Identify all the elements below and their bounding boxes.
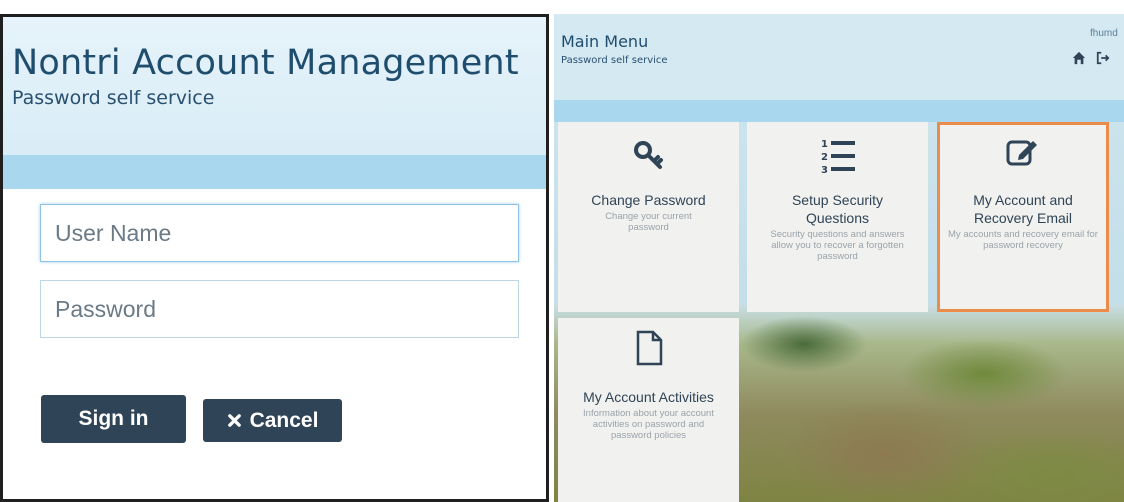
menu-title: Main Menu <box>561 32 649 51</box>
tile-description: Information about your account activitie… <box>583 408 714 441</box>
login-panel: Nontri Account Management Password self … <box>0 14 549 502</box>
user-label[interactable]: fhumd <box>1090 28 1118 39</box>
username-placeholder: User Name <box>55 219 172 246</box>
cancel-label: Cancel <box>249 408 319 432</box>
menu-band <box>554 100 1124 122</box>
tile-description: Security questions and answers allow you… <box>770 229 905 262</box>
main-menu-panel: Main Menu Password self service fhumd Ch… <box>554 14 1124 502</box>
setup-security-questions-tile[interactable]: 1 2 3 Setup Security Questions Security … <box>747 122 928 312</box>
close-icon <box>227 413 242 428</box>
ordered-list-icon: 1 2 3 <box>820 136 856 179</box>
menu-header: Main Menu Password self service <box>554 14 1124 100</box>
svg-text:1: 1 <box>821 139 828 150</box>
edit-icon <box>1006 136 1040 173</box>
my-account-activities-tile[interactable]: My Account Activities Information about … <box>558 318 739 502</box>
tile-description: Change your current password <box>605 211 692 233</box>
username-input[interactable]: User Name <box>40 204 519 262</box>
tile-title: My Account Activities <box>583 389 714 405</box>
tile-title: Change Password <box>591 192 706 208</box>
sign-in-label: Sign in <box>78 407 149 430</box>
sign-out-icon[interactable] <box>1096 51 1110 70</box>
page-title: Nontri Account Management <box>12 43 519 83</box>
svg-text:3: 3 <box>821 165 828 174</box>
password-placeholder: Password <box>55 295 156 322</box>
password-input[interactable]: Password <box>40 280 519 338</box>
page-subtitle: Password self service <box>12 87 215 109</box>
home-icon[interactable] <box>1072 51 1086 70</box>
tile-description: My accounts and recovery email for passw… <box>948 229 1098 251</box>
menu-subtitle: Password self service <box>561 55 668 66</box>
change-password-tile[interactable]: Change Password Change your current pass… <box>558 122 739 312</box>
tile-title: My Account and Recovery Email <box>973 192 1073 226</box>
my-account-recovery-email-tile[interactable]: My Account and Recovery Email My account… <box>937 122 1109 312</box>
document-icon <box>635 330 663 371</box>
key-icon <box>633 139 665 176</box>
svg-text:2: 2 <box>821 152 828 163</box>
header-band <box>3 155 546 189</box>
tile-title: Setup Security Questions <box>791 192 884 226</box>
sign-in-button[interactable]: Sign in <box>41 395 186 443</box>
cancel-button[interactable]: Cancel <box>203 399 342 442</box>
